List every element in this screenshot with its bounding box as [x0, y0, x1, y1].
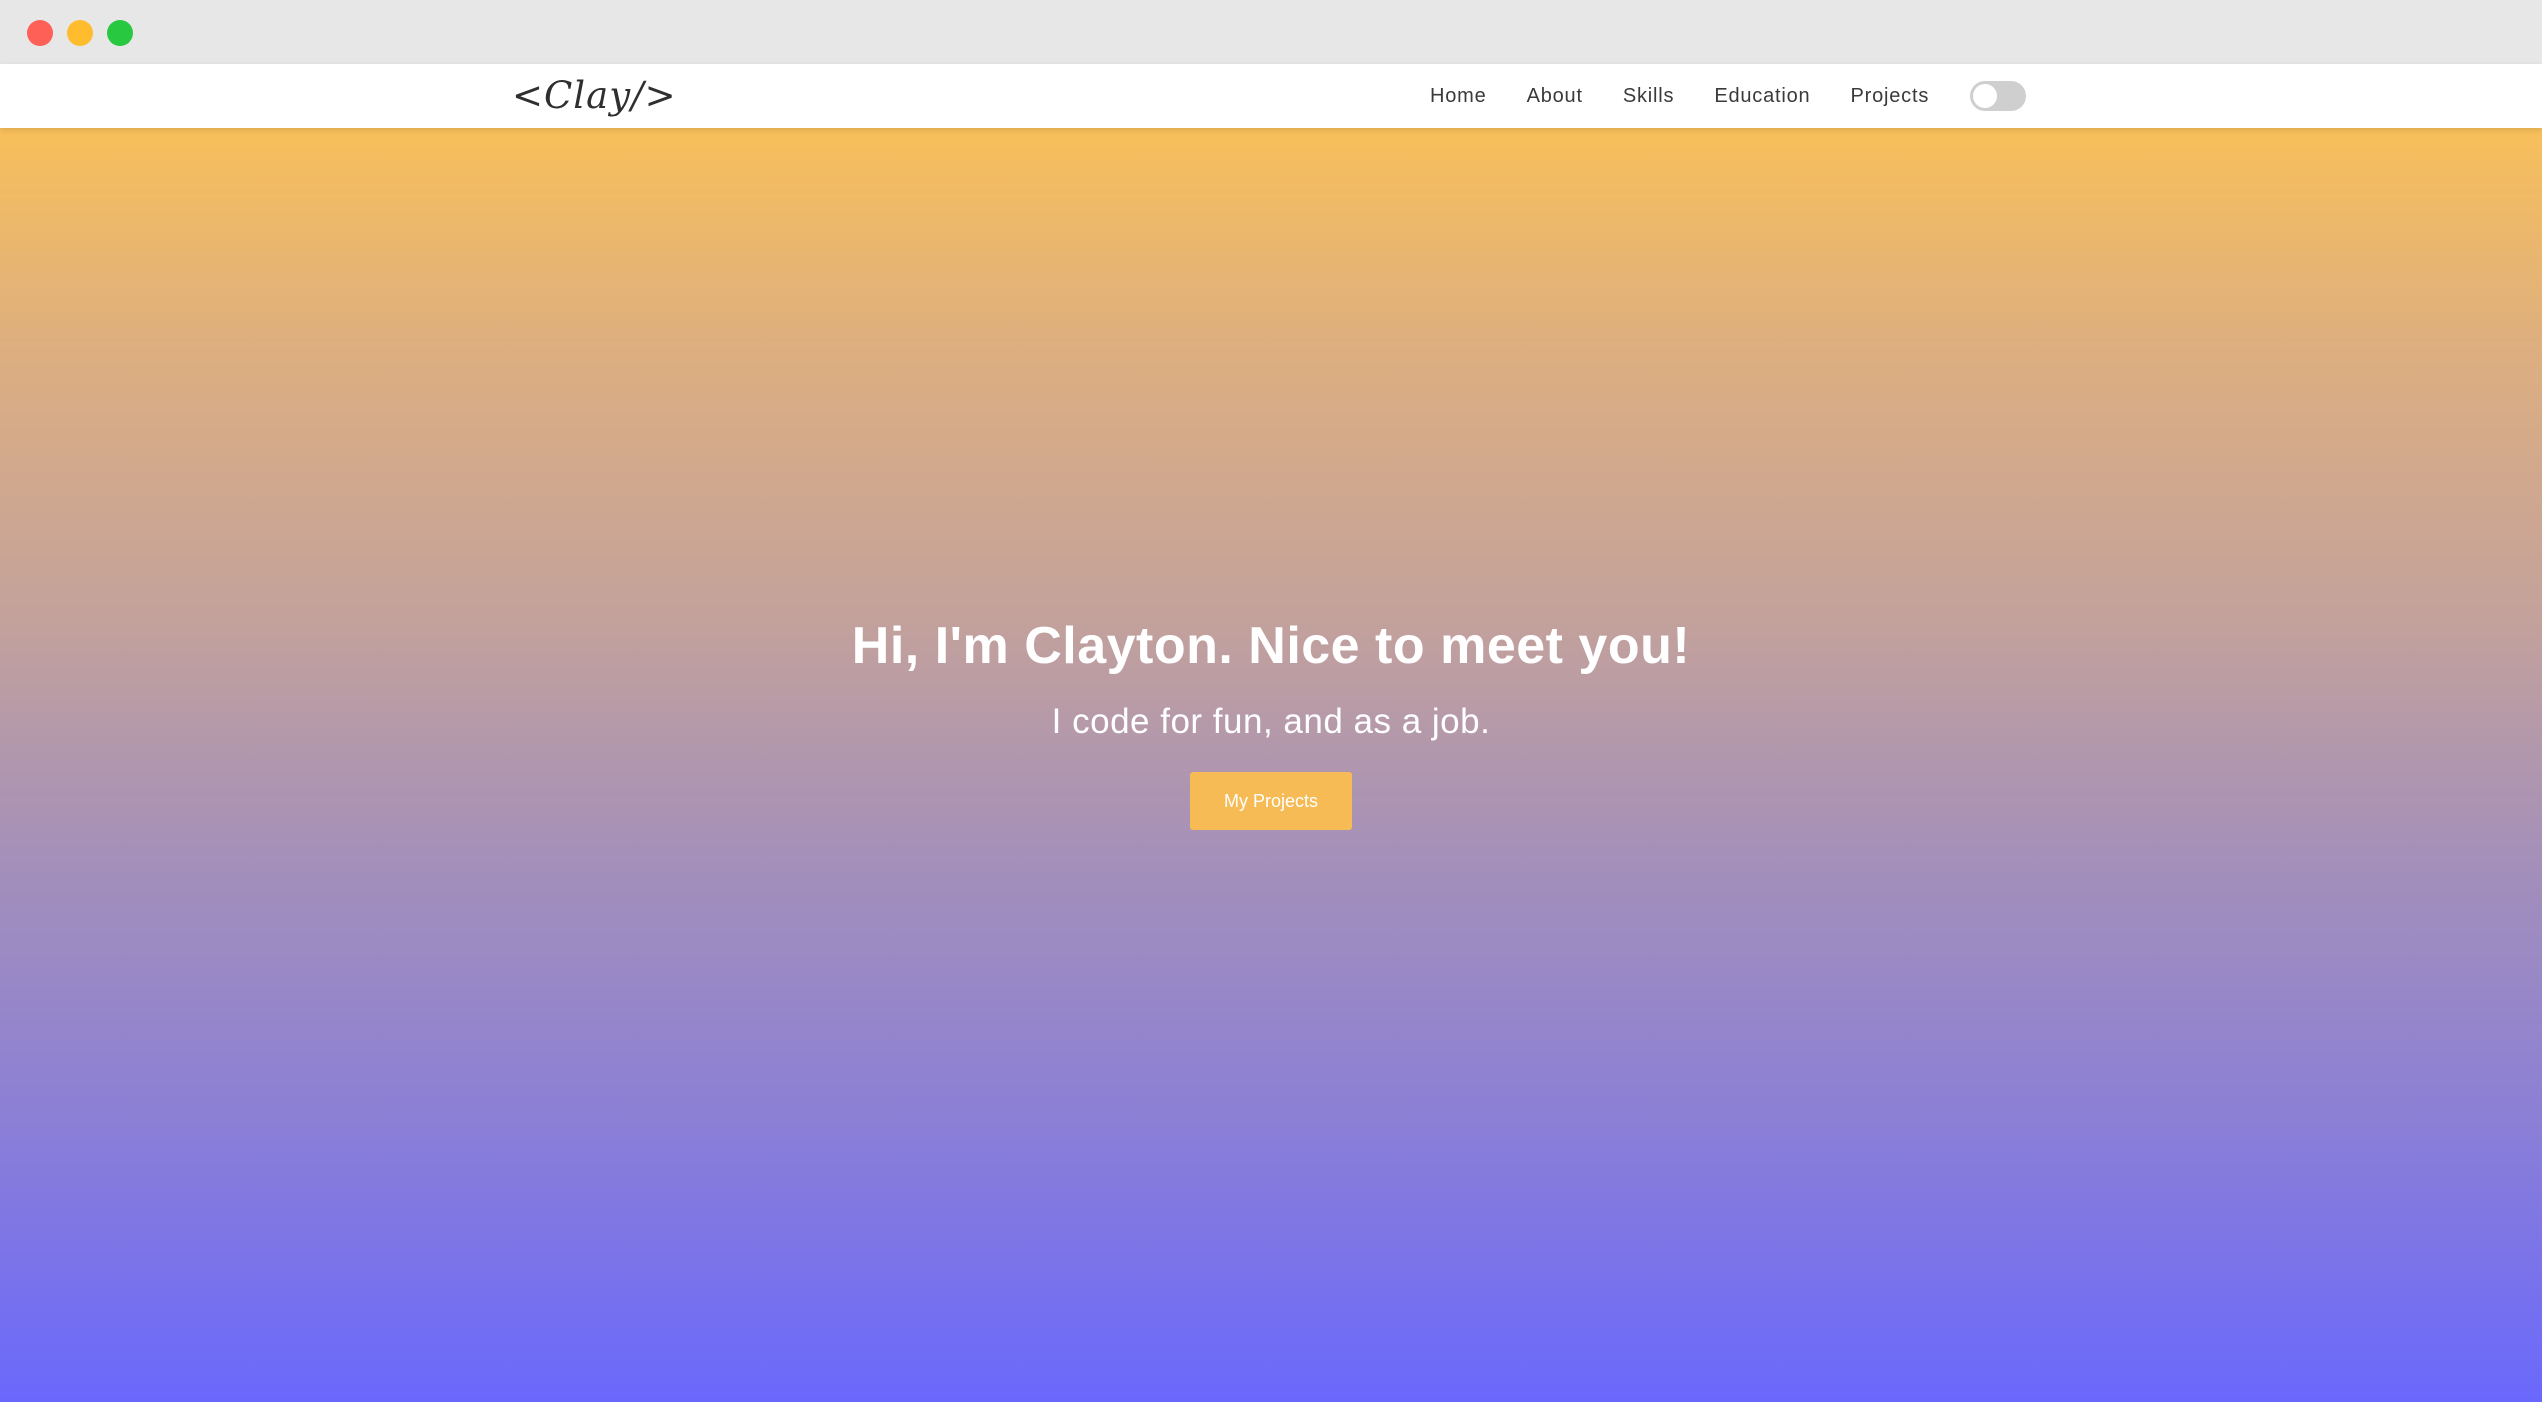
nav-link-education[interactable]: Education	[1714, 85, 1810, 108]
nav-link-projects[interactable]: Projects	[1850, 85, 1929, 108]
close-window-button[interactable]	[27, 20, 53, 46]
nav-link-home[interactable]: Home	[1430, 85, 1487, 108]
title-bar	[0, 0, 2542, 64]
nav-link-skills[interactable]: Skills	[1623, 85, 1674, 108]
toggle-knob	[1973, 84, 1997, 108]
nav-links: Home About Skills Education Projects	[1430, 64, 1969, 128]
theme-toggle[interactable]	[1970, 81, 2026, 111]
nav-link-about[interactable]: About	[1527, 85, 1583, 108]
site-navbar: <Clay/> Home About Skills Education Proj…	[0, 64, 2542, 128]
browser-window: <Clay/> Home About Skills Education Proj…	[0, 0, 2542, 1402]
hero-subtitle: I code for fun, and as a job.	[1051, 702, 1491, 741]
hero-section: Hi, I'm Clayton. Nice to meet you! I cod…	[0, 128, 2542, 1402]
hero-content: Hi, I'm Clayton. Nice to meet you! I cod…	[0, 616, 2542, 830]
maximize-window-button[interactable]	[107, 20, 133, 46]
my-projects-button[interactable]: My Projects	[1190, 772, 1352, 830]
minimize-window-button[interactable]	[67, 20, 93, 46]
hero-title: Hi, I'm Clayton. Nice to meet you!	[851, 617, 1691, 675]
site-logo[interactable]: <Clay/>	[512, 74, 677, 117]
